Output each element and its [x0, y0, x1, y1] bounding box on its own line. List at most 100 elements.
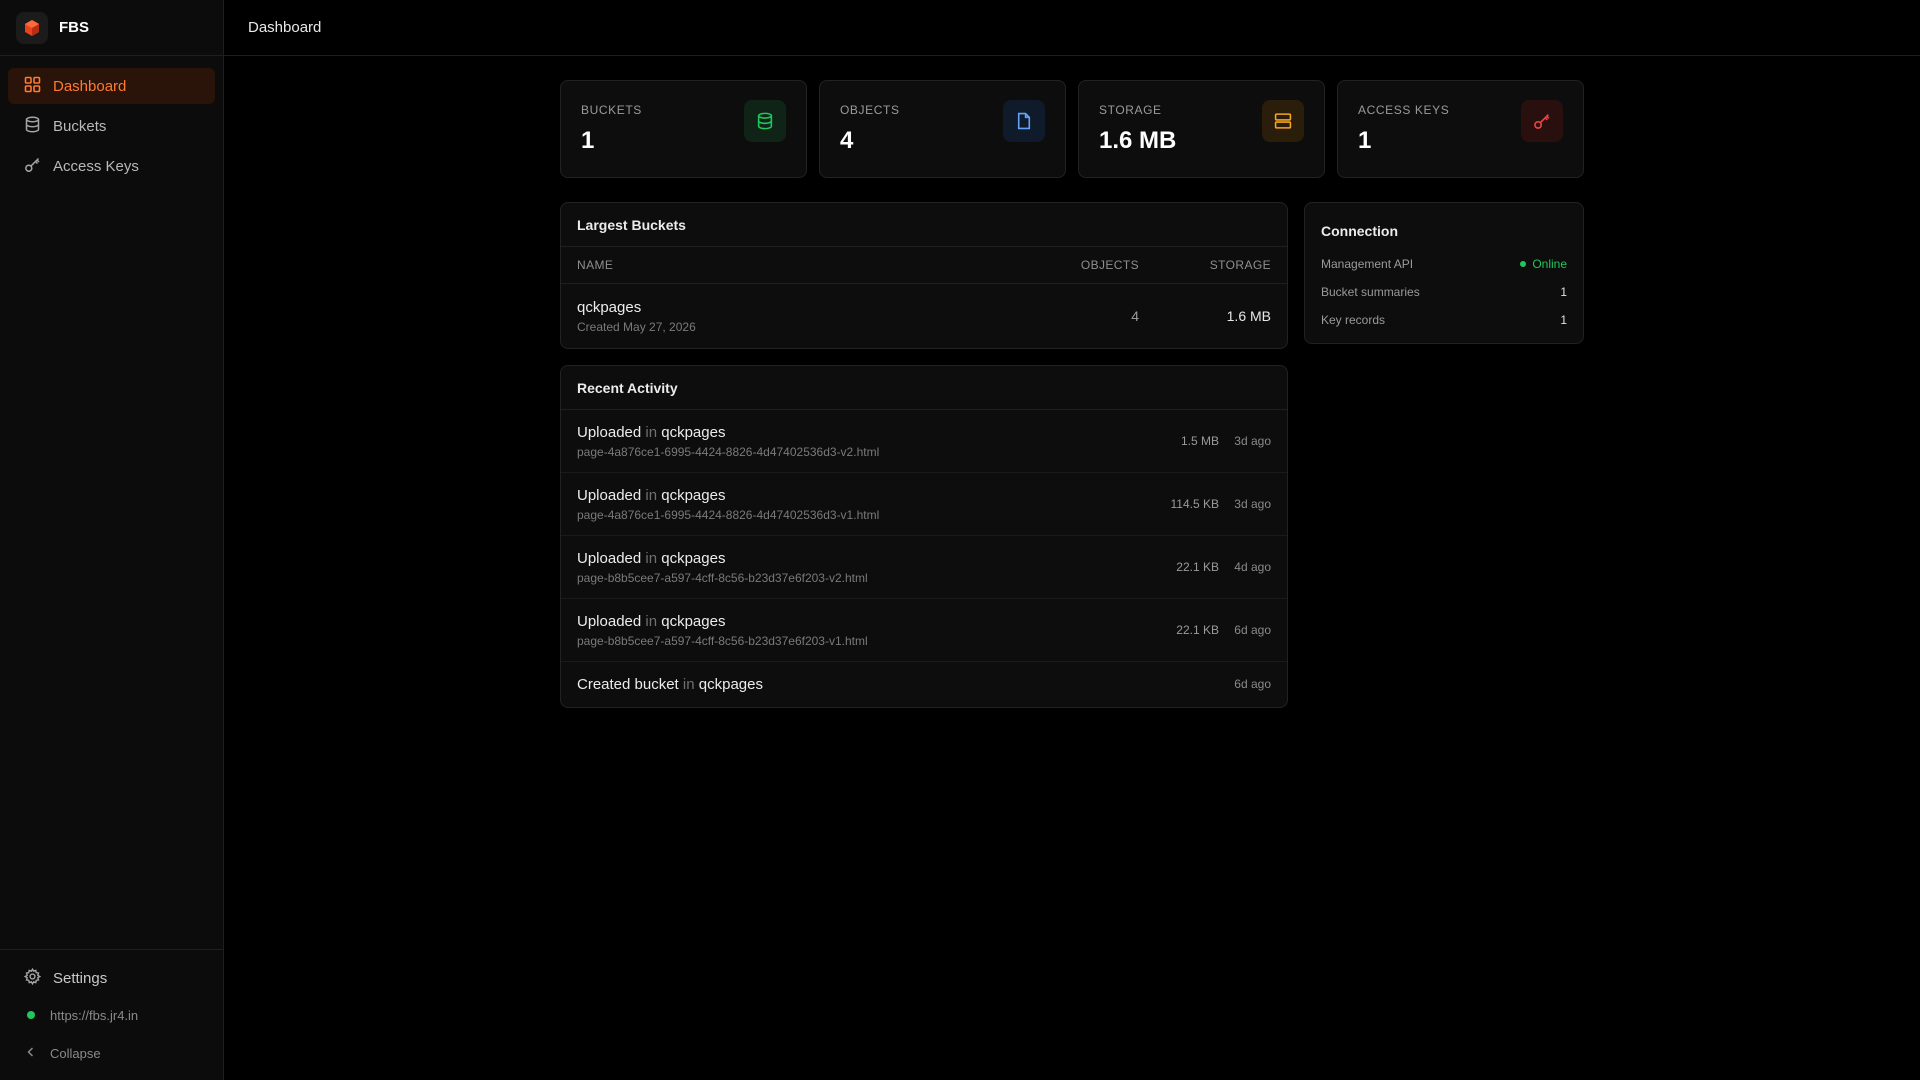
server-status: https://fbs.jr4.in: [8, 996, 215, 1034]
activity-time: 3d ago: [1234, 434, 1271, 448]
column-header-storage: STORAGE: [1209, 258, 1271, 272]
activity-time: 3d ago: [1234, 497, 1271, 511]
activity-in: in: [645, 486, 658, 504]
status-badge: Online: [1520, 257, 1567, 271]
key-icon: [1521, 100, 1563, 142]
largest-buckets-panel: Largest Buckets NAME OBJECTS STORAGE qck…: [560, 202, 1288, 349]
activity-file: page-4a876ce1-6995-4424-8826-4d47402536d…: [577, 444, 880, 459]
activity-time: 4d ago: [1234, 560, 1271, 574]
stat-card-access-keys[interactable]: ACCESS KEYS 1: [1337, 80, 1584, 178]
page-title: Dashboard: [248, 19, 322, 36]
activity-main: Uploaded in qckpages page-4a876ce1-6995-…: [577, 487, 1171, 522]
list-item[interactable]: Uploaded in qckpages page-4a876ce1-6995-…: [561, 473, 1287, 536]
activity-bucket[interactable]: qckpages: [661, 550, 725, 567]
activity-size: 114.5 KB: [1170, 497, 1219, 511]
file-icon: [1003, 100, 1045, 142]
panel-title: Recent Activity: [577, 379, 678, 396]
grid-icon: [24, 76, 41, 97]
status-dot-icon: [1520, 261, 1527, 267]
activity-main: Uploaded in qckpages page-b8b5cee7-a597-…: [577, 550, 1176, 585]
sidebar-nav: Dashboard Buckets Access Keys: [0, 56, 223, 200]
database-icon: [744, 100, 786, 142]
collapse-label: Collapse: [50, 1045, 101, 1061]
activity-main: Uploaded in qckpages page-4a876ce1-6995-…: [577, 424, 1181, 459]
column-header-name: NAME: [577, 258, 614, 272]
database-icon: [24, 116, 41, 137]
sidebar-item-label: Access Keys: [53, 157, 139, 175]
activity-bucket[interactable]: qckpages: [661, 487, 725, 504]
bucket-objects: 4: [1131, 308, 1139, 324]
activity-in: in: [682, 675, 695, 693]
key-icon: [24, 156, 41, 177]
activity-file: page-b8b5cee7-a597-4cff-8c56-b23d37e6f20…: [577, 633, 868, 648]
sidebar-item-buckets[interactable]: Buckets: [8, 108, 215, 144]
activity-file: page-4a876ce1-6995-4424-8826-4d47402536d…: [577, 507, 880, 522]
activity-action: Uploaded: [577, 423, 642, 441]
activity-bucket[interactable]: qckpages: [661, 613, 725, 630]
list-item[interactable]: Uploaded in qckpages page-b8b5cee7-a597-…: [561, 536, 1287, 599]
connection-value: 1: [1560, 313, 1567, 327]
recent-activity-panel: Recent Activity Uploaded in qckpages pag…: [560, 365, 1288, 708]
connection-key: Management API: [1321, 257, 1414, 271]
sidebar-item-label: Buckets: [53, 117, 107, 135]
activity-line: Created bucket in qckpages: [577, 676, 1231, 693]
activity-action: Uploaded: [577, 549, 642, 567]
table-row[interactable]: qckpages Created May 27, 2026 4 1.6 MB: [561, 284, 1287, 348]
activity-size: 22.1 KB: [1176, 623, 1219, 637]
brand[interactable]: FBS: [0, 0, 223, 56]
connection-row: Management API Online: [1305, 250, 1583, 278]
stat-card-storage[interactable]: STORAGE 1.6 MB: [1078, 80, 1325, 178]
stats-row: BUCKETS 1 OBJECTS 4 STORAGE 1.6 MB ACCES…: [560, 80, 1584, 178]
server-url: https://fbs.jr4.in: [50, 1007, 139, 1023]
activity-in: in: [645, 612, 658, 630]
activity-action: Uploaded: [577, 486, 642, 504]
activity-line: Uploaded in qckpages: [577, 550, 1176, 567]
activity-line: Uploaded in qckpages: [577, 613, 1176, 630]
gear-icon: [23, 967, 42, 989]
sidebar-item-access-keys[interactable]: Access Keys: [8, 148, 215, 184]
activity-file: page-b8b5cee7-a597-4cff-8c56-b23d37e6f20…: [577, 570, 868, 585]
topbar: Dashboard: [224, 0, 1920, 56]
connection-key: Key records: [1321, 313, 1386, 327]
connection-row: Key records 1: [1305, 306, 1583, 334]
fbs-logo-icon: [16, 11, 48, 44]
bucket-storage: 1.6 MB: [1226, 308, 1271, 324]
list-item[interactable]: Uploaded in qckpages page-b8b5cee7-a597-…: [561, 599, 1287, 662]
column-header-objects: OBJECTS: [1080, 258, 1139, 272]
stat-card-buckets[interactable]: BUCKETS 1: [560, 80, 807, 178]
activity-main: Uploaded in qckpages page-b8b5cee7-a597-…: [577, 613, 1176, 648]
activity-bucket[interactable]: qckpages: [699, 676, 763, 693]
activity-size: 1.5 MB: [1180, 434, 1219, 448]
connection-row: Bucket summaries 1: [1305, 278, 1583, 306]
collapse-button[interactable]: Collapse: [8, 1034, 215, 1072]
sidebar-footer: Settings https://fbs.jr4.in Collapse: [0, 949, 223, 1080]
activity-size: 22.1 KB: [1176, 560, 1219, 574]
list-item[interactable]: Uploaded in qckpages page-4a876ce1-6995-…: [561, 410, 1287, 473]
activity-line: Uploaded in qckpages: [577, 424, 1181, 441]
panel-header: Recent Activity: [561, 366, 1287, 410]
sidebar-item-dashboard[interactable]: Dashboard: [8, 68, 215, 104]
connection-value: 1: [1560, 285, 1567, 299]
settings-label: Settings: [53, 969, 108, 987]
connection-key: Bucket summaries: [1321, 285, 1420, 299]
activity-action: Uploaded: [577, 612, 642, 630]
chevron-left-icon: [24, 1045, 38, 1062]
list-item[interactable]: Created bucket in qckpages 6d ago: [561, 662, 1287, 706]
connection-panel: Connection Management API Online Bucket …: [1304, 202, 1584, 344]
settings-button[interactable]: Settings: [8, 960, 215, 996]
panel-title: Largest Buckets: [577, 216, 686, 233]
panel-title: Connection: [1321, 223, 1398, 239]
status-dot-icon: [27, 1011, 35, 1019]
panel-header: Largest Buckets: [561, 203, 1287, 247]
app-name: FBS: [59, 19, 89, 36]
bucket-name[interactable]: qckpages: [577, 299, 1019, 316]
activity-main: Created bucket in qckpages: [577, 676, 1231, 693]
bucket-cell: qckpages Created May 27, 2026: [577, 299, 1019, 334]
activity-action: Created bucket: [577, 675, 679, 693]
activity-list: Uploaded in qckpages page-4a876ce1-6995-…: [561, 410, 1287, 706]
activity-bucket[interactable]: qckpages: [661, 424, 725, 441]
server-icon: [1262, 100, 1304, 142]
stat-card-objects[interactable]: OBJECTS 4: [819, 80, 1066, 178]
panel-header: Connection: [1305, 203, 1583, 250]
activity-in: in: [645, 423, 658, 441]
